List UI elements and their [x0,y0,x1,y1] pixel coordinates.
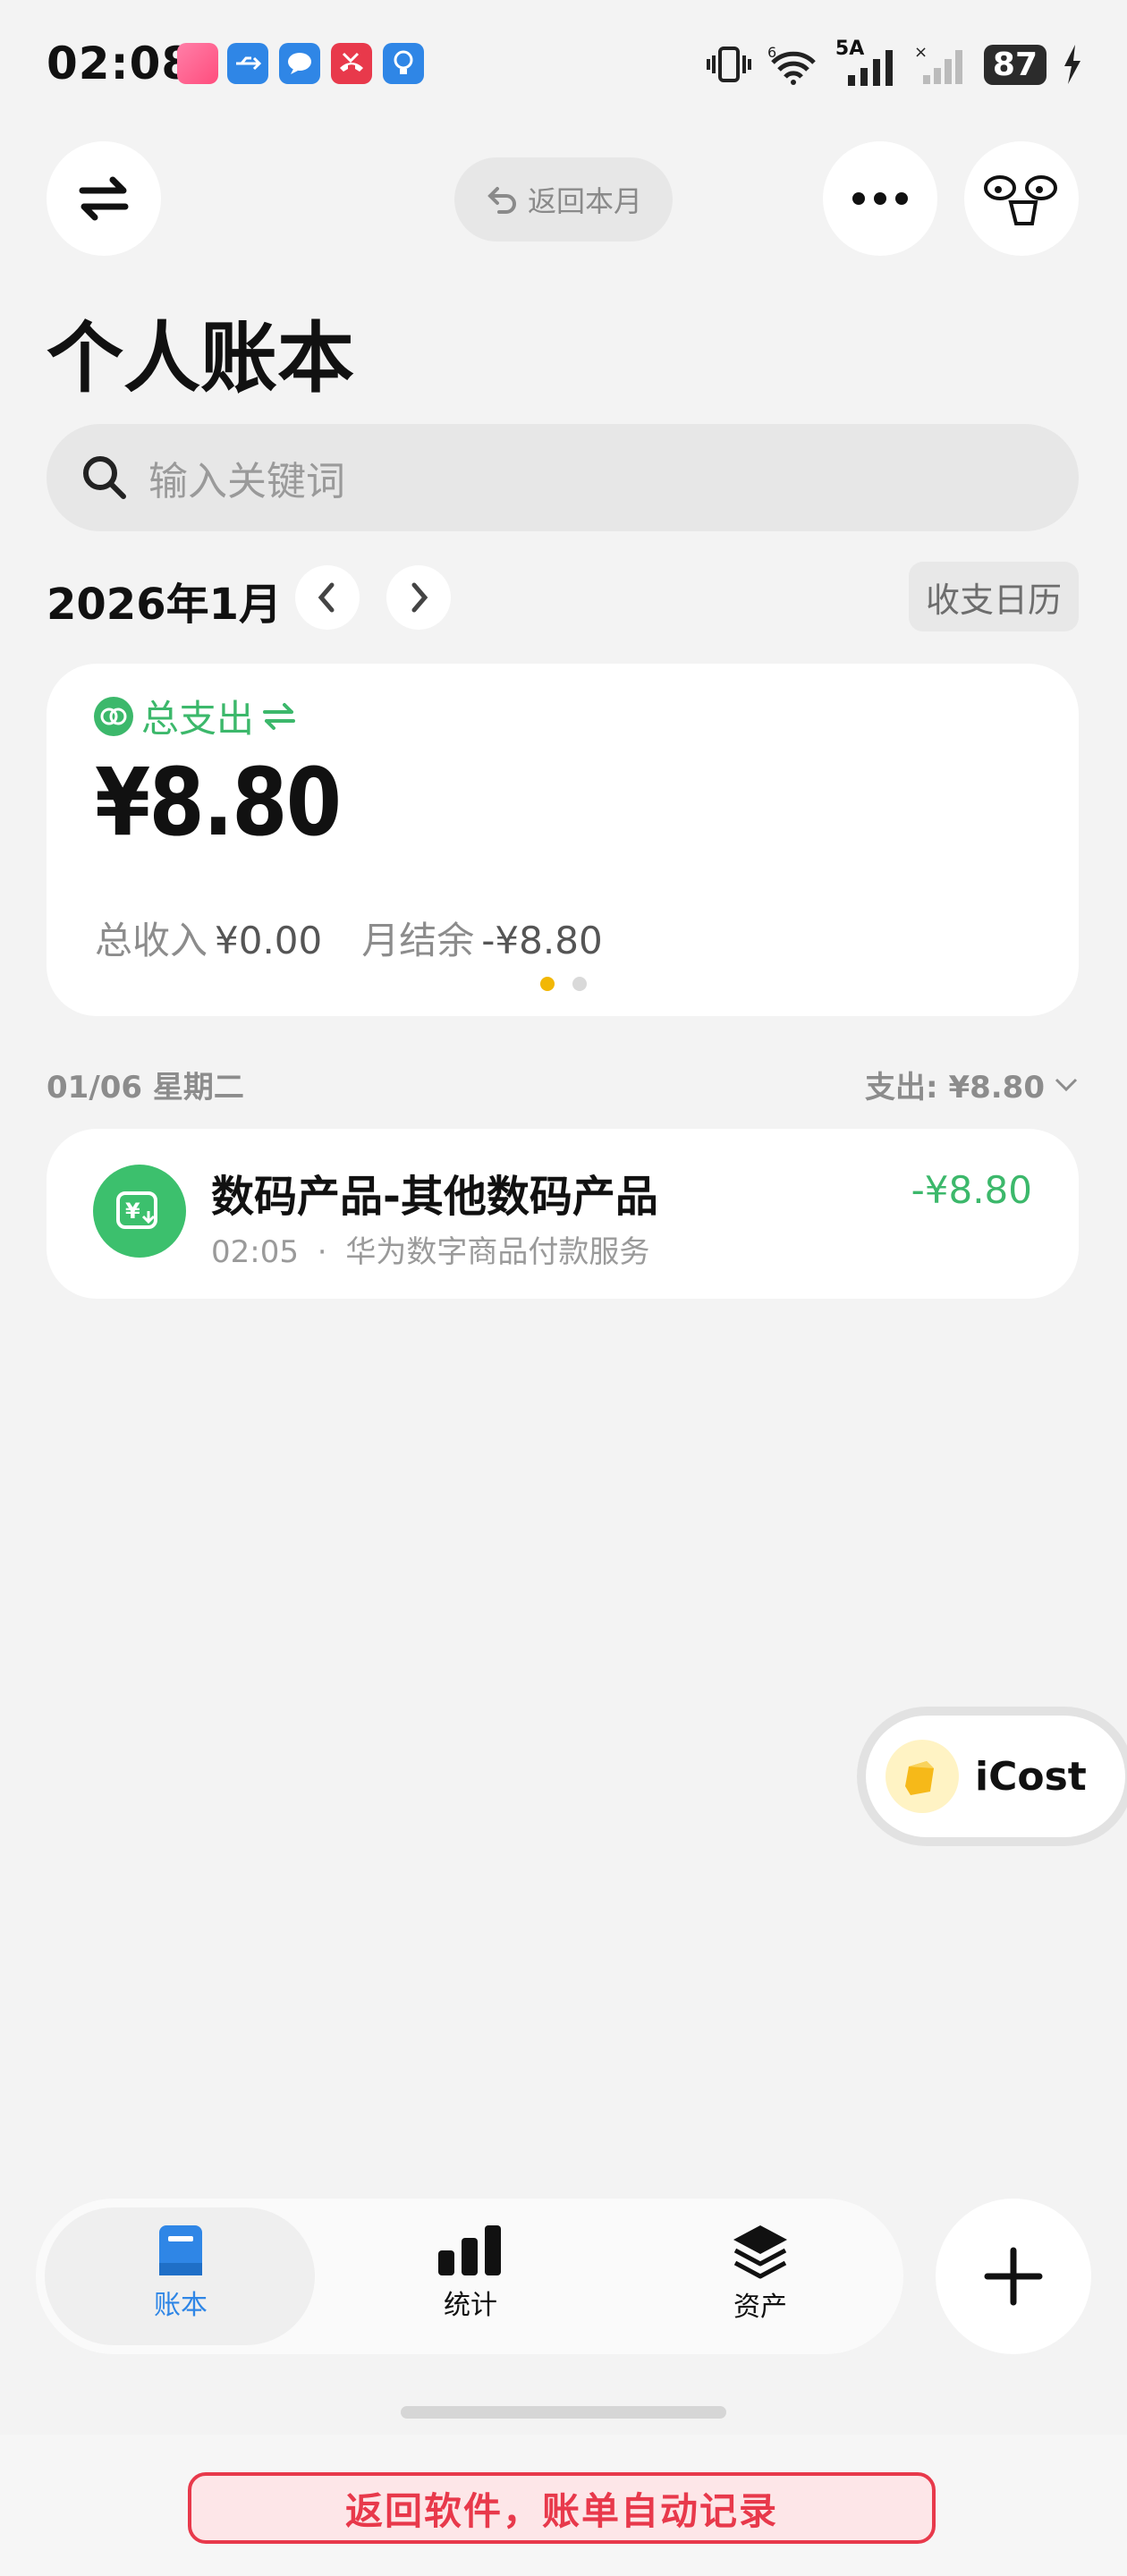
app-notification-icon [177,43,218,84]
switch-ledger-button[interactable] [47,141,161,256]
tab-statistics[interactable]: 统计 [381,2224,560,2331]
charging-icon [1064,45,1080,84]
ledger-icon [159,2225,202,2275]
more-icon [852,192,908,205]
search-placeholder: 输入关键词 [148,459,345,504]
day-expense: 支出: ¥8.80 [865,1070,1045,1106]
signal-icon: 5A [835,38,898,86]
tab-ledger-label: 账本 [154,2290,208,2321]
month-label[interactable]: 2026年1月 [47,569,282,631]
search-icon [83,456,126,499]
next-month-button[interactable] [386,565,451,630]
wifi-icon: 6 [767,44,816,85]
digital-product-icon: ¥ [93,1165,186,1258]
transaction-separator: · [317,1234,327,1270]
chevron-right-icon [411,582,428,613]
status-time: 02:08 [47,38,194,89]
icost-label: iCost [975,1753,1087,1800]
icost-floating-button[interactable]: iCost [866,1716,1125,1837]
balance-label: 月结余 [361,919,475,962]
balance-value: -¥8.80 [481,919,603,962]
day-expense-toggle[interactable]: 支出: ¥8.80 [865,1063,1079,1106]
tab-assets[interactable]: 资产 [671,2224,850,2331]
avatar[interactable] [964,141,1079,256]
home-indicator[interactable] [401,2406,726,2419]
tab-assets-label: 资产 [733,2292,787,2323]
add-record-button[interactable] [936,2199,1091,2354]
more-button[interactable] [823,141,937,256]
swap-icon [79,176,129,221]
transaction-subtitle: 02:05 · 华为数字商品付款服务 [211,1227,649,1271]
plus-icon [984,2247,1043,2306]
message-icon [279,43,320,84]
svg-text:¥: ¥ [125,1199,140,1224]
tab-ledger[interactable]: 账本 [91,2224,270,2331]
expense-badge-icon [94,696,133,736]
swap-small-icon [263,702,296,730]
search-input[interactable]: 输入关键词 [47,424,1079,531]
expense-label: 总支出 [141,697,255,741]
undo-icon [487,187,516,214]
expense-label-row[interactable]: 总支出 [93,689,297,743]
meme-face-icon [984,175,1057,225]
income-label: 总收入 [95,919,208,962]
svg-text:×: × [914,43,928,62]
page-title: 个人账本 [47,314,354,403]
status-right-cluster: 6 5A × 87 [706,38,1082,89]
chevron-down-icon [1055,1078,1078,1091]
auto-record-banner[interactable]: 返回软件，账单自动记录 [188,2472,936,2544]
transaction-title: 数码产品-其他数码产品 [211,1172,658,1222]
bulb-icon [383,43,424,84]
transaction-merchant: 华为数字商品付款服务 [345,1234,650,1270]
bar-chart-icon [438,2225,501,2275]
missed-call-icon [331,43,372,84]
battery-level: 87 [983,44,1046,85]
vibrate-icon [706,47,751,82]
transaction-amount: -¥8.80 [911,1168,1032,1212]
expense-amount: ¥8.80 [95,748,342,857]
tab-statistics-label: 统计 [444,2290,497,2321]
prev-month-button[interactable] [295,565,360,630]
usb-icon [227,43,268,84]
return-month-label: 返回本月 [527,184,642,218]
transaction-time: 02:05 [211,1234,299,1270]
return-month-button[interactable]: 返回本月 [454,157,673,242]
layers-icon [733,2225,787,2279]
income-value: ¥0.00 [215,919,323,962]
chevron-left-icon [318,582,335,613]
day-date: 01/06 星期二 [47,1070,244,1106]
icost-logo-icon [886,1740,959,1813]
summary-row: 总收入 ¥0.00 月结余 -¥8.80 [95,911,635,965]
calendar-button[interactable]: 收支日历 [909,562,1079,631]
no-signal-icon: × [914,43,962,84]
page-dot-active [540,977,555,991]
page-dot [572,977,587,991]
